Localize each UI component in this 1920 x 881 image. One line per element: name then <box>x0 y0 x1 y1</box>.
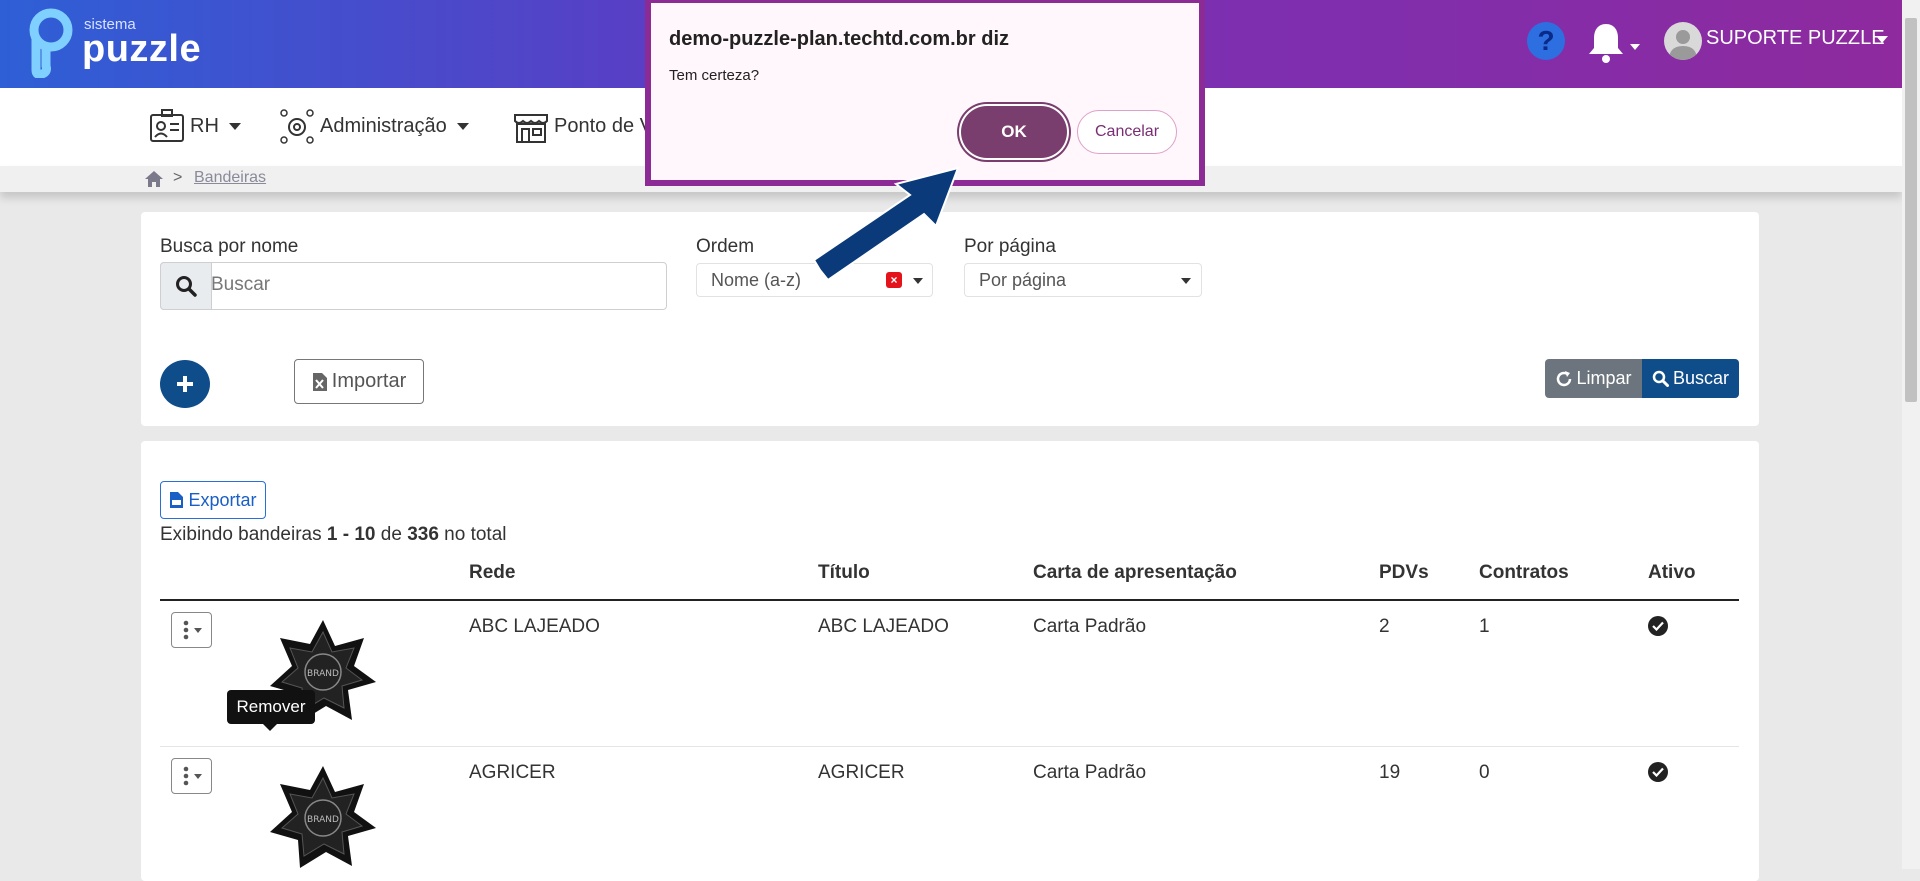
user-silhouette-icon <box>1669 30 1697 60</box>
chevron-down-icon[interactable] <box>1876 36 1888 43</box>
breadcrumb-current[interactable]: Bandeiras <box>194 169 266 187</box>
tooltip-arrow <box>263 724 277 731</box>
chevron-down-icon[interactable] <box>1630 44 1640 50</box>
cell-contratos: 0 <box>1479 762 1490 783</box>
row-actions-button[interactable] <box>171 612 212 648</box>
cell-pdvs: 19 <box>1379 762 1401 783</box>
column-header-carta[interactable]: Carta de apresentação <box>1033 562 1237 584</box>
per-page-value: Por página <box>979 269 1067 290</box>
app-logo[interactable]: sistema puzzle <box>26 8 206 80</box>
column-header-titulo[interactable]: Título <box>818 562 870 584</box>
order-value: Nome (a-z) <box>711 269 802 290</box>
count-range: 1 - 10 <box>326 524 376 545</box>
search-button-label: Buscar <box>1672 368 1730 388</box>
clear-label: Limpar <box>1576 368 1632 388</box>
nav-item-label: Ponto de V <box>554 114 653 137</box>
remove-tooltip: Remover <box>227 690 315 724</box>
column-header-contratos[interactable]: Contratos <box>1479 562 1569 584</box>
chevron-down-icon <box>193 773 202 779</box>
cancel-button[interactable]: Cancelar <box>1077 110 1177 154</box>
nav-item-administracao[interactable]: Administração <box>278 106 469 146</box>
count-mid: de <box>375 524 408 545</box>
chevron-down-icon <box>228 122 241 130</box>
nav-item-label: RH <box>190 114 219 137</box>
store-icon <box>514 114 548 143</box>
per-page-select[interactable]: Por página <box>964 263 1202 297</box>
cell-rede: AGRICER <box>469 762 556 783</box>
clear-button[interactable]: Limpar <box>1545 359 1642 398</box>
question-circle-icon[interactable]: ? <box>1527 22 1565 60</box>
export-label: Exportar <box>188 489 257 510</box>
search-button[interactable]: Buscar <box>1642 359 1739 398</box>
user-avatar[interactable] <box>1664 22 1702 60</box>
plus-icon <box>177 376 193 392</box>
count-total: 336 <box>407 524 439 545</box>
search-label: Busca por nome <box>160 236 299 257</box>
gears-icon <box>280 109 314 144</box>
add-button[interactable] <box>160 360 210 408</box>
export-button[interactable]: Exportar <box>160 481 266 519</box>
table-card <box>141 441 1759 881</box>
redo-icon <box>1557 370 1572 386</box>
logo-big-text: puzzle <box>82 28 202 70</box>
chevron-down-icon <box>193 627 202 633</box>
nav-item-ponto-de-venda[interactable]: Ponto de V <box>512 106 653 146</box>
cell-carta: Carta Padrão <box>1033 616 1147 637</box>
id-card-icon <box>150 109 184 142</box>
annotation-arrow-icon <box>812 166 960 282</box>
cell-rede: ABC LAJEADO <box>469 616 600 637</box>
brand-text: BRAND <box>307 815 339 825</box>
home-icon[interactable] <box>144 170 164 188</box>
column-header-ativo[interactable]: Ativo <box>1648 562 1696 584</box>
ellipsis-vertical-icon <box>183 766 188 786</box>
ellipsis-vertical-icon <box>183 620 188 640</box>
bell-icon[interactable] <box>1586 20 1626 64</box>
cell-carta: Carta Padrão <box>1033 762 1147 783</box>
search-input[interactable] <box>165 263 663 307</box>
file-excel-icon <box>312 372 327 391</box>
count-prefix: Exibindo bandeiras <box>160 524 327 545</box>
import-button[interactable]: Importar <box>294 359 424 404</box>
brand-text: BRAND <box>307 669 339 679</box>
order-label: Ordem <box>696 236 755 257</box>
user-name[interactable]: SUPORTE PUZZLE <box>1706 27 1885 50</box>
file-csv-icon <box>170 492 184 508</box>
nav-item-rh[interactable]: RH <box>148 106 241 146</box>
scrollbar-thumb[interactable] <box>1905 18 1917 402</box>
row-actions-button[interactable] <box>171 758 212 794</box>
cell-titulo: AGRICER <box>818 762 905 783</box>
puzzle-logo-icon <box>29 8 73 78</box>
results-count: Exibindo bandeiras 1 - 10 de 336 no tota… <box>160 524 507 546</box>
cell-contratos: 1 <box>1479 616 1490 637</box>
chevron-down-icon <box>1181 278 1191 284</box>
search-icon <box>1652 370 1669 387</box>
count-suffix: no total <box>438 524 507 545</box>
table-header-divider <box>160 599 1739 601</box>
dialog-title: demo-puzzle-plan.techtd.com.br diz <box>669 28 1010 50</box>
cell-titulo: ABC LAJEADO <box>818 616 949 637</box>
row-divider <box>160 746 1739 747</box>
dialog-message: Tem certeza? <box>669 67 760 84</box>
breadcrumb-separator: > <box>173 169 183 186</box>
import-label: Importar <box>331 370 407 392</box>
check-circle-icon <box>1648 616 1668 636</box>
chevron-down-icon <box>456 122 469 130</box>
brand-image: BRAND <box>270 766 376 868</box>
cell-pdvs: 2 <box>1379 616 1390 637</box>
check-circle-icon <box>1648 762 1668 782</box>
column-header-rede[interactable]: Rede <box>469 562 515 584</box>
column-header-pdvs[interactable]: PDVs <box>1379 562 1429 584</box>
nav-item-label: Administração <box>320 114 447 137</box>
